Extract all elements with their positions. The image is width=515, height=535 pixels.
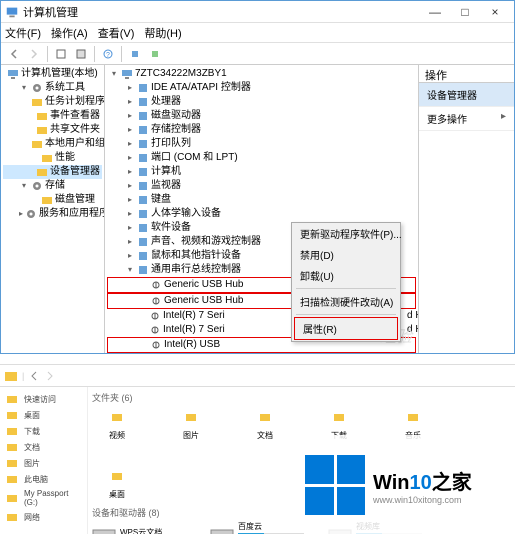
context-menu-item[interactable]: 属性(R) [294,317,398,340]
device-item[interactable]: ▸存储控制器 [107,123,416,137]
menu-view[interactable]: 查看(V) [98,25,135,41]
menubar: 文件(F) 操作(A) 查看(V) 帮助(H) [1,23,514,43]
actions-panel: 操作 设备管理器更多操作▸ [419,65,514,353]
nav-item[interactable]: My Passport (G:) [4,487,83,509]
menu-separator [296,288,396,289]
menu-action[interactable]: 操作(A) [51,25,88,41]
menu-separator [296,314,396,315]
tree-item[interactable]: ▸服务和应用程序 [3,207,102,221]
nav-item[interactable]: 文档 [4,439,83,455]
minimize-button[interactable]: — [420,2,450,22]
tree-item[interactable]: 事件查看器 [3,109,102,123]
action-row[interactable]: 设备管理器 [419,83,514,107]
device-item[interactable]: ▸处理器 [107,95,416,109]
action-row[interactable]: 更多操作▸ [419,107,514,131]
nav-item[interactable]: 图片 [4,455,83,471]
context-menu-item[interactable]: 禁用(D) [292,244,400,265]
context-menu: 更新驱动程序软件(P)...禁用(D)卸载(U) 扫描检测硬件改动(A) 属性(R) [291,222,401,342]
nav-item[interactable]: 桌面 [4,407,83,423]
context-menu-item[interactable]: 卸载(U) [292,265,400,286]
forward-icon[interactable] [44,370,56,382]
context-menu-item[interactable]: 更新驱动程序软件(P)... [292,223,400,244]
folder-item[interactable]: 文档 [240,406,290,441]
nav-item[interactable]: 下载 [4,423,83,439]
device-tree-panel: ▾7ZTC34222M3ZBY1▸IDE ATA/ATAPI 控制器▸处理器▸磁… [105,65,419,353]
tree-item[interactable]: ▾存储 [3,179,102,193]
device-item[interactable]: ▸计算机 [107,165,416,179]
back-icon[interactable] [28,370,40,382]
folder-item[interactable]: 图片 [166,406,216,441]
device-item[interactable]: ▸人体学输入设备 [107,207,416,221]
window-title: 计算机管理 [23,4,420,20]
forward-button[interactable] [25,45,43,63]
device-item[interactable]: ▸端口 (COM 和 LPT) [107,151,416,165]
tree-item[interactable]: 设备管理器 [3,165,102,179]
close-button[interactable]: × [480,2,510,22]
left-tree-panel: 计算机管理(本地)▾系统工具任务计划程序事件查看器共享文件夹本地用户和组性能设备… [1,65,105,353]
folder-item[interactable]: 桌面 [92,465,142,500]
context-menu-item[interactable]: 扫描检测硬件改动(A) [292,291,400,312]
computer-management-window: 计算机管理 — □ × 文件(F) 操作(A) 查看(V) 帮助(H) ? 计算… [0,0,515,354]
logo-overlay: Win10之家 www.win10xitong.com [305,435,515,534]
svg-text:?: ? [106,52,110,59]
drive-item[interactable]: WPS云文档 [92,521,186,534]
device-root[interactable]: ▾7ZTC34222M3ZBY1 [107,67,416,81]
device-item[interactable]: ▸打印队列 [107,137,416,151]
explorer-content: 文件夹 (6) 视频图片文档下载音乐桌面 设备和驱动器 (8) WPS云文档百度… [88,387,515,534]
tree-item[interactable]: ▾系统工具 [3,81,102,95]
device-item[interactable]: ▸监视器 [107,179,416,193]
menu-file[interactable]: 文件(F) [5,25,41,41]
device-item[interactable]: ▸IDE ATA/ATAPI 控制器 [107,81,416,95]
nav-item[interactable]: 此电脑 [4,471,83,487]
drive-item[interactable]: 百度云双击打开百度云 [210,521,304,534]
nav-item[interactable]: 网络 [4,509,83,525]
back-button[interactable] [5,45,23,63]
update-button[interactable] [146,45,164,63]
show-hide-button[interactable] [52,45,70,63]
logo-url: www.win10xitong.com [373,495,472,505]
explorer-toolbar: | [0,365,515,387]
toolbar: ? [1,43,514,65]
help-button[interactable]: ? [99,45,117,63]
titlebar[interactable]: 计算机管理 — □ × [1,1,514,23]
explorer-nav: 快速访问桌面下载文档图片此电脑My Passport (G:)网络 [0,387,88,534]
device-item[interactable]: ▸磁盘驱动器 [107,109,416,123]
tree-root[interactable]: 计算机管理(本地) [3,67,102,81]
menu-help[interactable]: 帮助(H) [144,25,181,41]
properties-button[interactable] [72,45,90,63]
section-folders: 文件夹 (6) [92,391,511,404]
tree-item[interactable]: 磁盘管理 [3,193,102,207]
tree-item[interactable]: 性能 [3,151,102,165]
tree-item[interactable]: 任务计划程序 [3,95,102,109]
computer-icon [5,5,19,19]
folder-item[interactable]: 视频 [92,406,142,441]
device-item[interactable]: ▸键盘 [107,193,416,207]
file-explorer: | 快速访问桌面下载文档图片此电脑My Passport (G:)网络 文件夹 … [0,364,515,534]
windows-logo-icon [305,455,365,515]
tree-item[interactable]: 本地用户和组 [3,137,102,151]
tree-item[interactable]: 共享文件夹 [3,123,102,137]
maximize-button[interactable]: □ [450,2,480,22]
logo-brand: Win10之家 [373,466,472,495]
nav-item[interactable]: 快速访问 [4,391,83,407]
folder-icon [4,369,18,383]
actions-header: 操作 [419,65,514,83]
scan-button[interactable] [126,45,144,63]
